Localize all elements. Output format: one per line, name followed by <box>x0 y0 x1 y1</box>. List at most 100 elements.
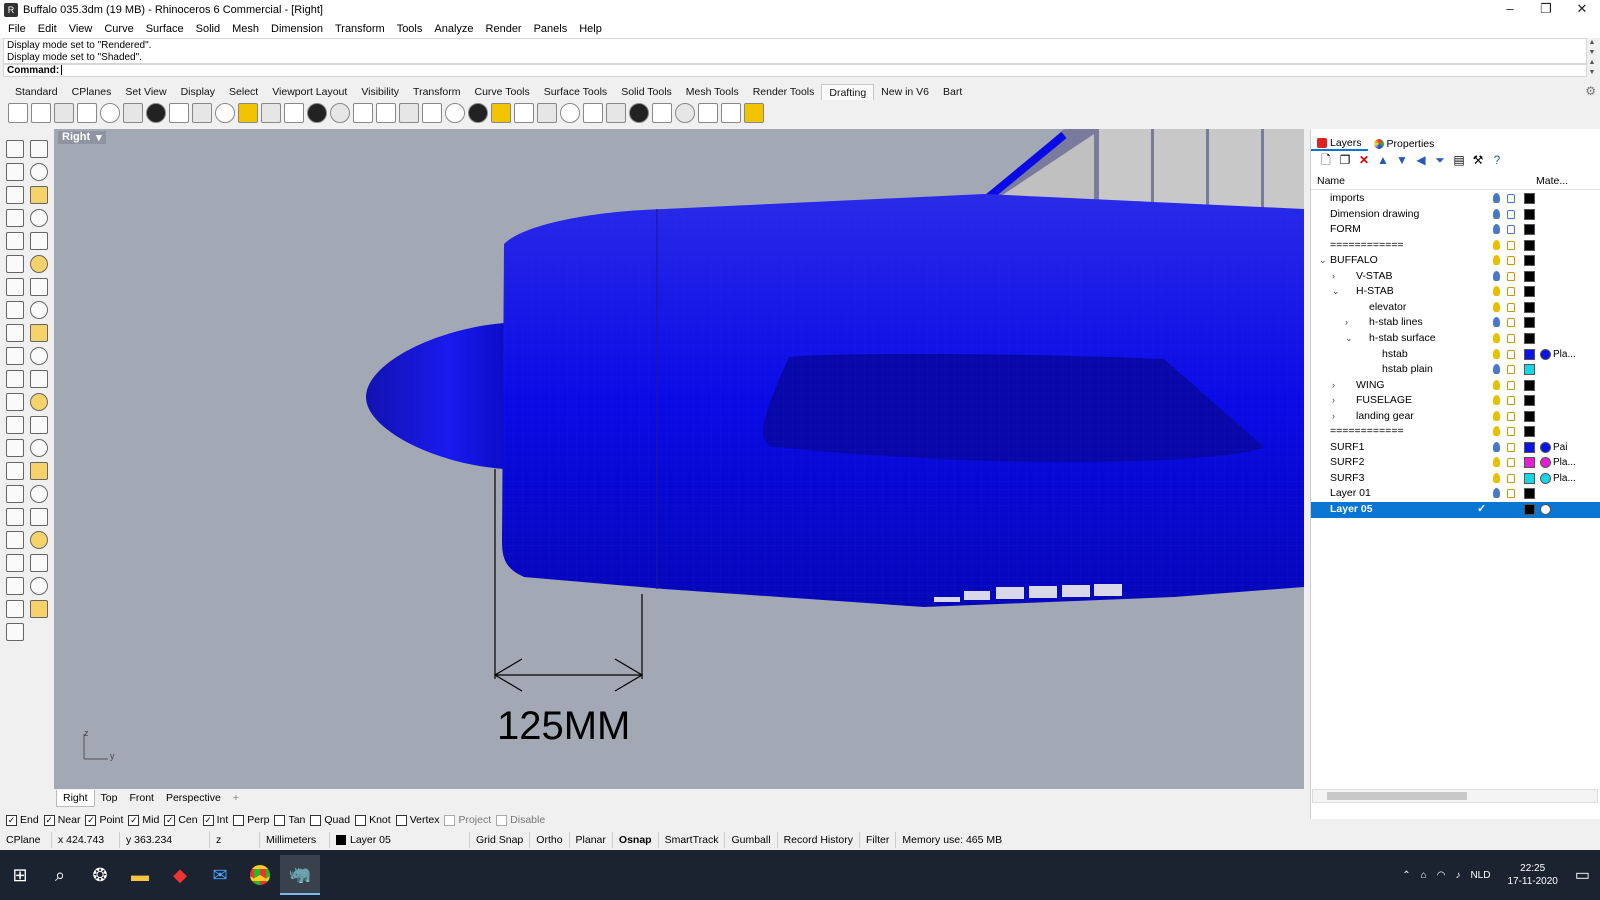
lightbulb-icon[interactable] <box>1493 488 1500 499</box>
delete-layer-icon[interactable]: ✕ <box>1357 153 1371 167</box>
zoom-tool-icon[interactable] <box>6 508 24 526</box>
cplane-label[interactable]: CPlane <box>0 832 52 848</box>
chevron-down-icon[interactable]: ⌄ <box>1345 331 1355 346</box>
dimension-diameter-icon[interactable] <box>215 103 235 123</box>
ortho-toggle[interactable]: Ortho <box>530 832 570 848</box>
clipping-plane-icon[interactable] <box>468 103 488 123</box>
chrome-icon[interactable] <box>240 855 280 895</box>
toolbar-tab-select[interactable]: Select <box>222 84 265 100</box>
osnap-perp-checkbox[interactable]: Perp <box>233 814 269 826</box>
material-sphere-icon[interactable] <box>1540 472 1551 484</box>
chevron-down-icon[interactable]: ⌄ <box>1319 253 1329 268</box>
toolbar-tab-new-in-v6[interactable]: New in V6 <box>874 84 936 100</box>
chevron-up-icon[interactable]: ⌃ <box>1402 870 1410 881</box>
move-up-icon[interactable]: ▲ <box>1376 153 1390 167</box>
pan-tool-icon[interactable] <box>30 508 48 526</box>
viewport-tab-right[interactable]: Right <box>56 789 95 807</box>
lightbulb-icon[interactable] <box>1493 317 1500 328</box>
unlock-icon[interactable] <box>1507 365 1515 375</box>
text-tool-icon[interactable] <box>30 232 48 250</box>
snap-tool-icon[interactable] <box>6 577 24 595</box>
lightbulb-icon[interactable] <box>1493 457 1500 468</box>
lightbulb-icon[interactable] <box>1493 441 1500 452</box>
lightbulb-icon[interactable] <box>1493 193 1500 203</box>
select-tool-icon[interactable] <box>6 140 24 158</box>
layer-color-swatch[interactable] <box>1524 426 1535 438</box>
lightbulb-icon[interactable] <box>1493 224 1500 235</box>
unlock-icon[interactable] <box>1507 380 1515 390</box>
menu-item-render[interactable]: Render <box>480 23 528 35</box>
layer-row[interactable]: hstab plain <box>1311 362 1600 378</box>
unlock-icon[interactable] <box>1507 333 1515 343</box>
trim-tool-icon[interactable] <box>30 301 48 319</box>
dimension-aligned-icon[interactable] <box>123 103 143 123</box>
lightbulb-icon[interactable] <box>1493 472 1500 483</box>
layer-row[interactable]: imports <box>1311 191 1600 207</box>
lock-icon[interactable] <box>1507 194 1515 203</box>
rotate-tool-icon[interactable] <box>30 370 48 388</box>
name-column-header[interactable]: Name <box>1317 175 1345 187</box>
layer-row[interactable]: ============ <box>1311 238 1600 254</box>
surface-tool-icon[interactable] <box>6 255 24 273</box>
menu-item-transform[interactable]: Transform <box>329 23 391 35</box>
mirror-tool-icon[interactable] <box>30 393 48 411</box>
layer-color-swatch[interactable] <box>1524 193 1535 204</box>
print-setup-icon[interactable] <box>77 103 97 123</box>
layer-row[interactable]: Layer 05 ✓ <box>1311 502 1600 518</box>
osnap-tan-checkbox[interactable]: Tan <box>274 814 305 826</box>
add-viewport-tab-button[interactable]: + <box>227 790 245 806</box>
menu-item-curve[interactable]: Curve <box>98 23 139 35</box>
gumball-tool-icon[interactable] <box>6 554 24 572</box>
grid-snap-toggle[interactable]: Grid Snap <box>470 832 531 848</box>
array-tool-icon[interactable] <box>6 416 24 434</box>
toolbar-tab-cplanes[interactable]: CPlanes <box>65 84 119 100</box>
layer-color-swatch[interactable] <box>1524 410 1535 422</box>
command-prompt-field[interactable]: Command: <box>3 64 1587 77</box>
filter-toggle[interactable]: Filter <box>860 832 897 848</box>
join-tool-icon[interactable] <box>30 324 48 342</box>
chevron-down-icon[interactable]: ⌄ <box>1332 284 1342 299</box>
osnap-point-checkbox[interactable]: ✓ Point <box>85 814 123 826</box>
search-icon[interactable]: ⌕ <box>40 855 80 895</box>
hatch-icon[interactable] <box>353 103 373 123</box>
split-tool-icon[interactable] <box>6 324 24 342</box>
lightbulb-icon[interactable] <box>1493 239 1500 250</box>
copy-tool-icon[interactable] <box>6 370 24 388</box>
lock-icon[interactable] <box>1507 225 1515 235</box>
arc-tool-icon[interactable] <box>6 209 24 227</box>
tools-icon[interactable]: ⚒ <box>1471 153 1485 167</box>
dimension-radius-icon[interactable] <box>192 103 212 123</box>
minimize-button[interactable]: – <box>1492 0 1528 20</box>
menu-item-panels[interactable]: Panels <box>528 23 574 35</box>
wifi-icon[interactable]: ◠ <box>1437 870 1446 881</box>
menu-item-edit[interactable]: Edit <box>32 23 63 35</box>
dot-tool-icon[interactable] <box>330 103 350 123</box>
layer-row[interactable]: hstab Pla... <box>1311 347 1600 363</box>
layer-states-icon[interactable]: ▤ <box>1452 153 1466 167</box>
text-tool-icon[interactable] <box>284 103 304 123</box>
save-file-icon[interactable] <box>54 103 74 123</box>
material-sphere-icon[interactable] <box>1540 457 1551 469</box>
osnap-end-checkbox[interactable]: ✓ End <box>6 814 39 826</box>
ellipse-tool-icon[interactable] <box>30 209 48 227</box>
layer-row[interactable]: Dimension drawing <box>1311 207 1600 223</box>
text-block-icon[interactable] <box>307 103 327 123</box>
layer-row[interactable]: ⌄ BUFFALO <box>1311 253 1600 269</box>
history-tool-icon[interactable] <box>30 577 48 595</box>
osnap-tool-icon[interactable] <box>6 600 24 618</box>
open-file-icon[interactable] <box>31 103 51 123</box>
area-dimension-icon[interactable] <box>537 103 557 123</box>
layer-color-swatch[interactable] <box>1524 395 1535 407</box>
layer-color-swatch[interactable] <box>1524 255 1535 267</box>
menu-item-help[interactable]: Help <box>573 23 608 35</box>
recompute-icon[interactable] <box>560 103 580 123</box>
layer-color-swatch[interactable] <box>1524 286 1535 298</box>
gear-icon[interactable]: ⚙ <box>1585 84 1596 98</box>
layer-tool-icon[interactable] <box>30 554 48 572</box>
rhino-taskbar-icon[interactable]: 🦏 <box>280 855 320 895</box>
lightbulb-icon[interactable] <box>1493 255 1500 266</box>
menu-item-tools[interactable]: Tools <box>391 23 429 35</box>
lightbulb-icon[interactable] <box>1493 332 1500 343</box>
group-tool-icon[interactable] <box>30 416 48 434</box>
network-icon[interactable]: ⌂ <box>1421 870 1427 881</box>
